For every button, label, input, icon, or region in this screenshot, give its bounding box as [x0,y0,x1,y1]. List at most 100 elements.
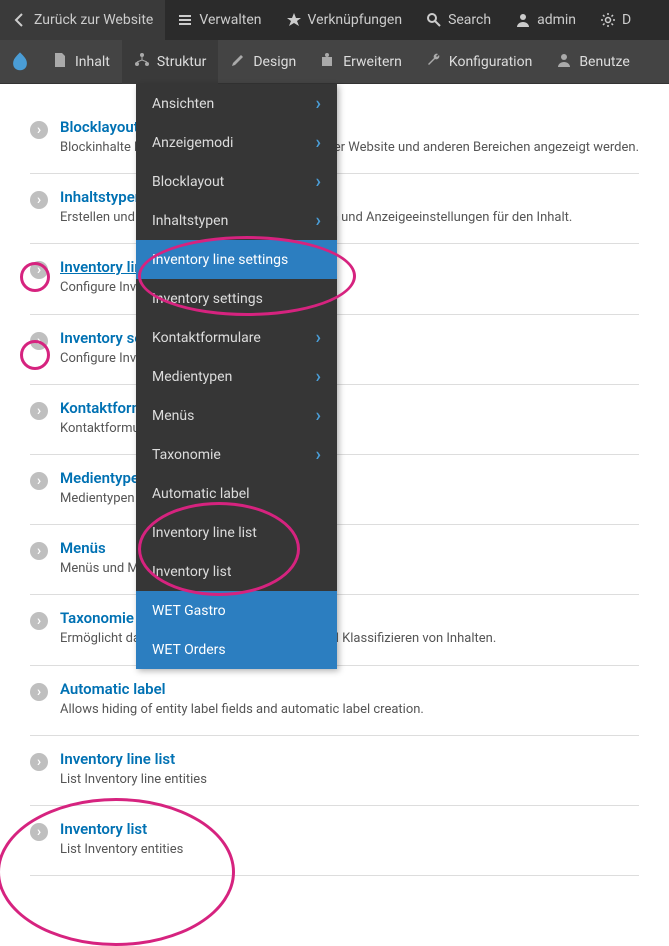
manage-label: Verwalten [199,12,261,28]
chevron-right-icon: › [316,327,321,348]
back-to-site-button[interactable]: Zurück zur Website [0,0,165,40]
admin-menu: Inhalt Struktur Design Erweitern Konfigu… [0,40,669,84]
admin-toolbar: Zurück zur Website Verwalten Verknüpfung… [0,0,669,40]
dropdown-item-inventory-list[interactable]: Inventory list [136,552,337,591]
star-icon [286,12,302,28]
drupal-logo[interactable] [0,40,40,84]
settings-button[interactable]: D [588,0,643,40]
dropdown-item-anzeigemodi[interactable]: Anzeigemodi › [136,123,337,162]
search-icon [426,12,442,28]
dropdown-item-label: Inventory line settings [152,252,288,268]
dropdown-item-label: Inventory list [152,564,231,580]
manage-button[interactable]: Verwalten [165,0,273,40]
chevron-right-icon: › [316,366,321,387]
chevron-bullet-icon [30,261,48,279]
dropdown-item-ansichten[interactable]: Ansichten › [136,84,337,123]
user-button[interactable]: admin [503,0,588,40]
chevron-right-icon: › [316,444,321,465]
content-item-title[interactable]: Inventory list [60,820,639,838]
shortcuts-label: Verknüpfungen [308,12,403,28]
dropdown-item-label: Inventory line list [152,525,257,541]
chevron-bullet-icon [30,472,48,490]
chevron-right-icon: › [316,171,321,192]
chevron-bullet-icon [30,191,48,209]
chevron-bullet-icon [30,121,48,139]
shortcuts-button[interactable]: Verknüpfungen [274,0,415,40]
dropdown-item-wet-gastro[interactable]: WET Gastro [136,591,337,630]
chevron-bullet-icon [30,683,48,701]
chevron-right-icon: › [316,210,321,231]
chevron-bullet-icon [30,753,48,771]
dropdown-item-label: Inventory settings [152,291,263,307]
content-text: Inventory list List Inventory entities [60,820,639,859]
puzzle-icon [320,52,336,72]
dropdown-item-inventory-line-settings[interactable]: Inventory line settings [136,240,337,279]
menu-design-label: Design [253,54,296,70]
dropdown-item-label: Ansichten [152,96,214,112]
dropdown-item-label: Anzeigemodi [152,135,233,151]
content-item-description: List Inventory line entities [60,771,639,789]
content-item-description: List Inventory entities [60,841,639,859]
menu-design[interactable]: Design [218,40,308,84]
paintbrush-icon [230,52,246,72]
back-label: Zurück zur Website [34,12,153,28]
chevron-bullet-icon [30,823,48,841]
dropdown-item-blocklayout[interactable]: Blocklayout › [136,162,337,201]
dropdown-item-menüs[interactable]: Menüs › [136,396,337,435]
chevron-right-icon: › [316,405,321,426]
dropdown-item-inventory-settings[interactable]: Inventory settings [136,279,337,318]
chevron-bullet-icon [30,542,48,560]
search-label: Search [448,12,491,28]
content-item: Automatic label Allows hiding of entity l… [30,666,639,736]
content-text: Automatic label Allows hiding of entity l… [60,680,639,719]
chevron-bullet-icon [30,612,48,630]
dropdown-item-automatic-label[interactable]: Automatic label [136,474,337,513]
structure-dropdown: Ansichten›Anzeigemodi›Blocklayout›Inhalt… [136,84,337,669]
dropdown-item-label: Kontaktformulare [152,330,261,346]
arrow-left-icon [12,12,28,28]
dropdown-item-label: Taxonomie [152,447,221,463]
dropdown-item-wet-orders[interactable]: WET Orders [136,630,337,669]
dropdown-item-label: Menüs [152,408,194,424]
search-button[interactable]: Search [414,0,503,40]
content-item-description: Allows hiding of entity label fields and… [60,701,639,719]
structure-icon [134,52,150,72]
dropdown-item-inhaltstypen[interactable]: Inhaltstypen › [136,201,337,240]
chevron-right-icon: › [316,93,321,114]
dropdown-item-label: Blocklayout [152,174,224,190]
menu-users-label: Benutze [579,54,629,70]
dropdown-item-taxonomie[interactable]: Taxonomie › [136,435,337,474]
menu-content-label: Inhalt [75,54,110,70]
dropdown-item-label: Automatic label [152,486,250,502]
dropdown-item-inventory-line-list[interactable]: Inventory line list [136,513,337,552]
menu-content[interactable]: Inhalt [40,40,122,84]
menu-structure[interactable]: Struktur [122,40,219,84]
chevron-bullet-icon [30,402,48,420]
menu-users[interactable]: Benutze [544,40,641,84]
document-icon [52,52,68,72]
user-label: admin [537,12,576,28]
dropdown-item-label: WET Gastro [152,603,226,619]
content-item: Inventory list List Inventory entities [30,806,639,876]
menu-config[interactable]: Konfiguration [414,40,544,84]
chevron-right-icon: › [316,132,321,153]
hamburger-icon [177,12,193,28]
menu-extend-label: Erweitern [343,54,402,70]
menu-extend[interactable]: Erweitern [308,40,414,84]
content-item: Inventory line list List Inventory line e… [30,736,639,806]
dropdown-item-kontaktformulare[interactable]: Kontaktformulare › [136,318,337,357]
dropdown-item-label: Inhaltstypen [152,213,228,229]
content-item-title[interactable]: Automatic label [60,680,639,698]
user-icon [515,12,531,28]
wrench-icon [426,52,442,72]
content-text: Inventory line list List Inventory line e… [60,750,639,789]
content-item-title[interactable]: Inventory line list [60,750,639,768]
settings-label: D [622,12,631,28]
users-icon [556,52,572,72]
dropdown-item-label: WET Orders [152,642,226,658]
chevron-bullet-icon [30,332,48,350]
gear-icon [600,12,616,28]
dropdown-item-label: Medientypen [152,369,232,385]
menu-structure-label: Struktur [157,54,207,70]
dropdown-item-medientypen[interactable]: Medientypen › [136,357,337,396]
